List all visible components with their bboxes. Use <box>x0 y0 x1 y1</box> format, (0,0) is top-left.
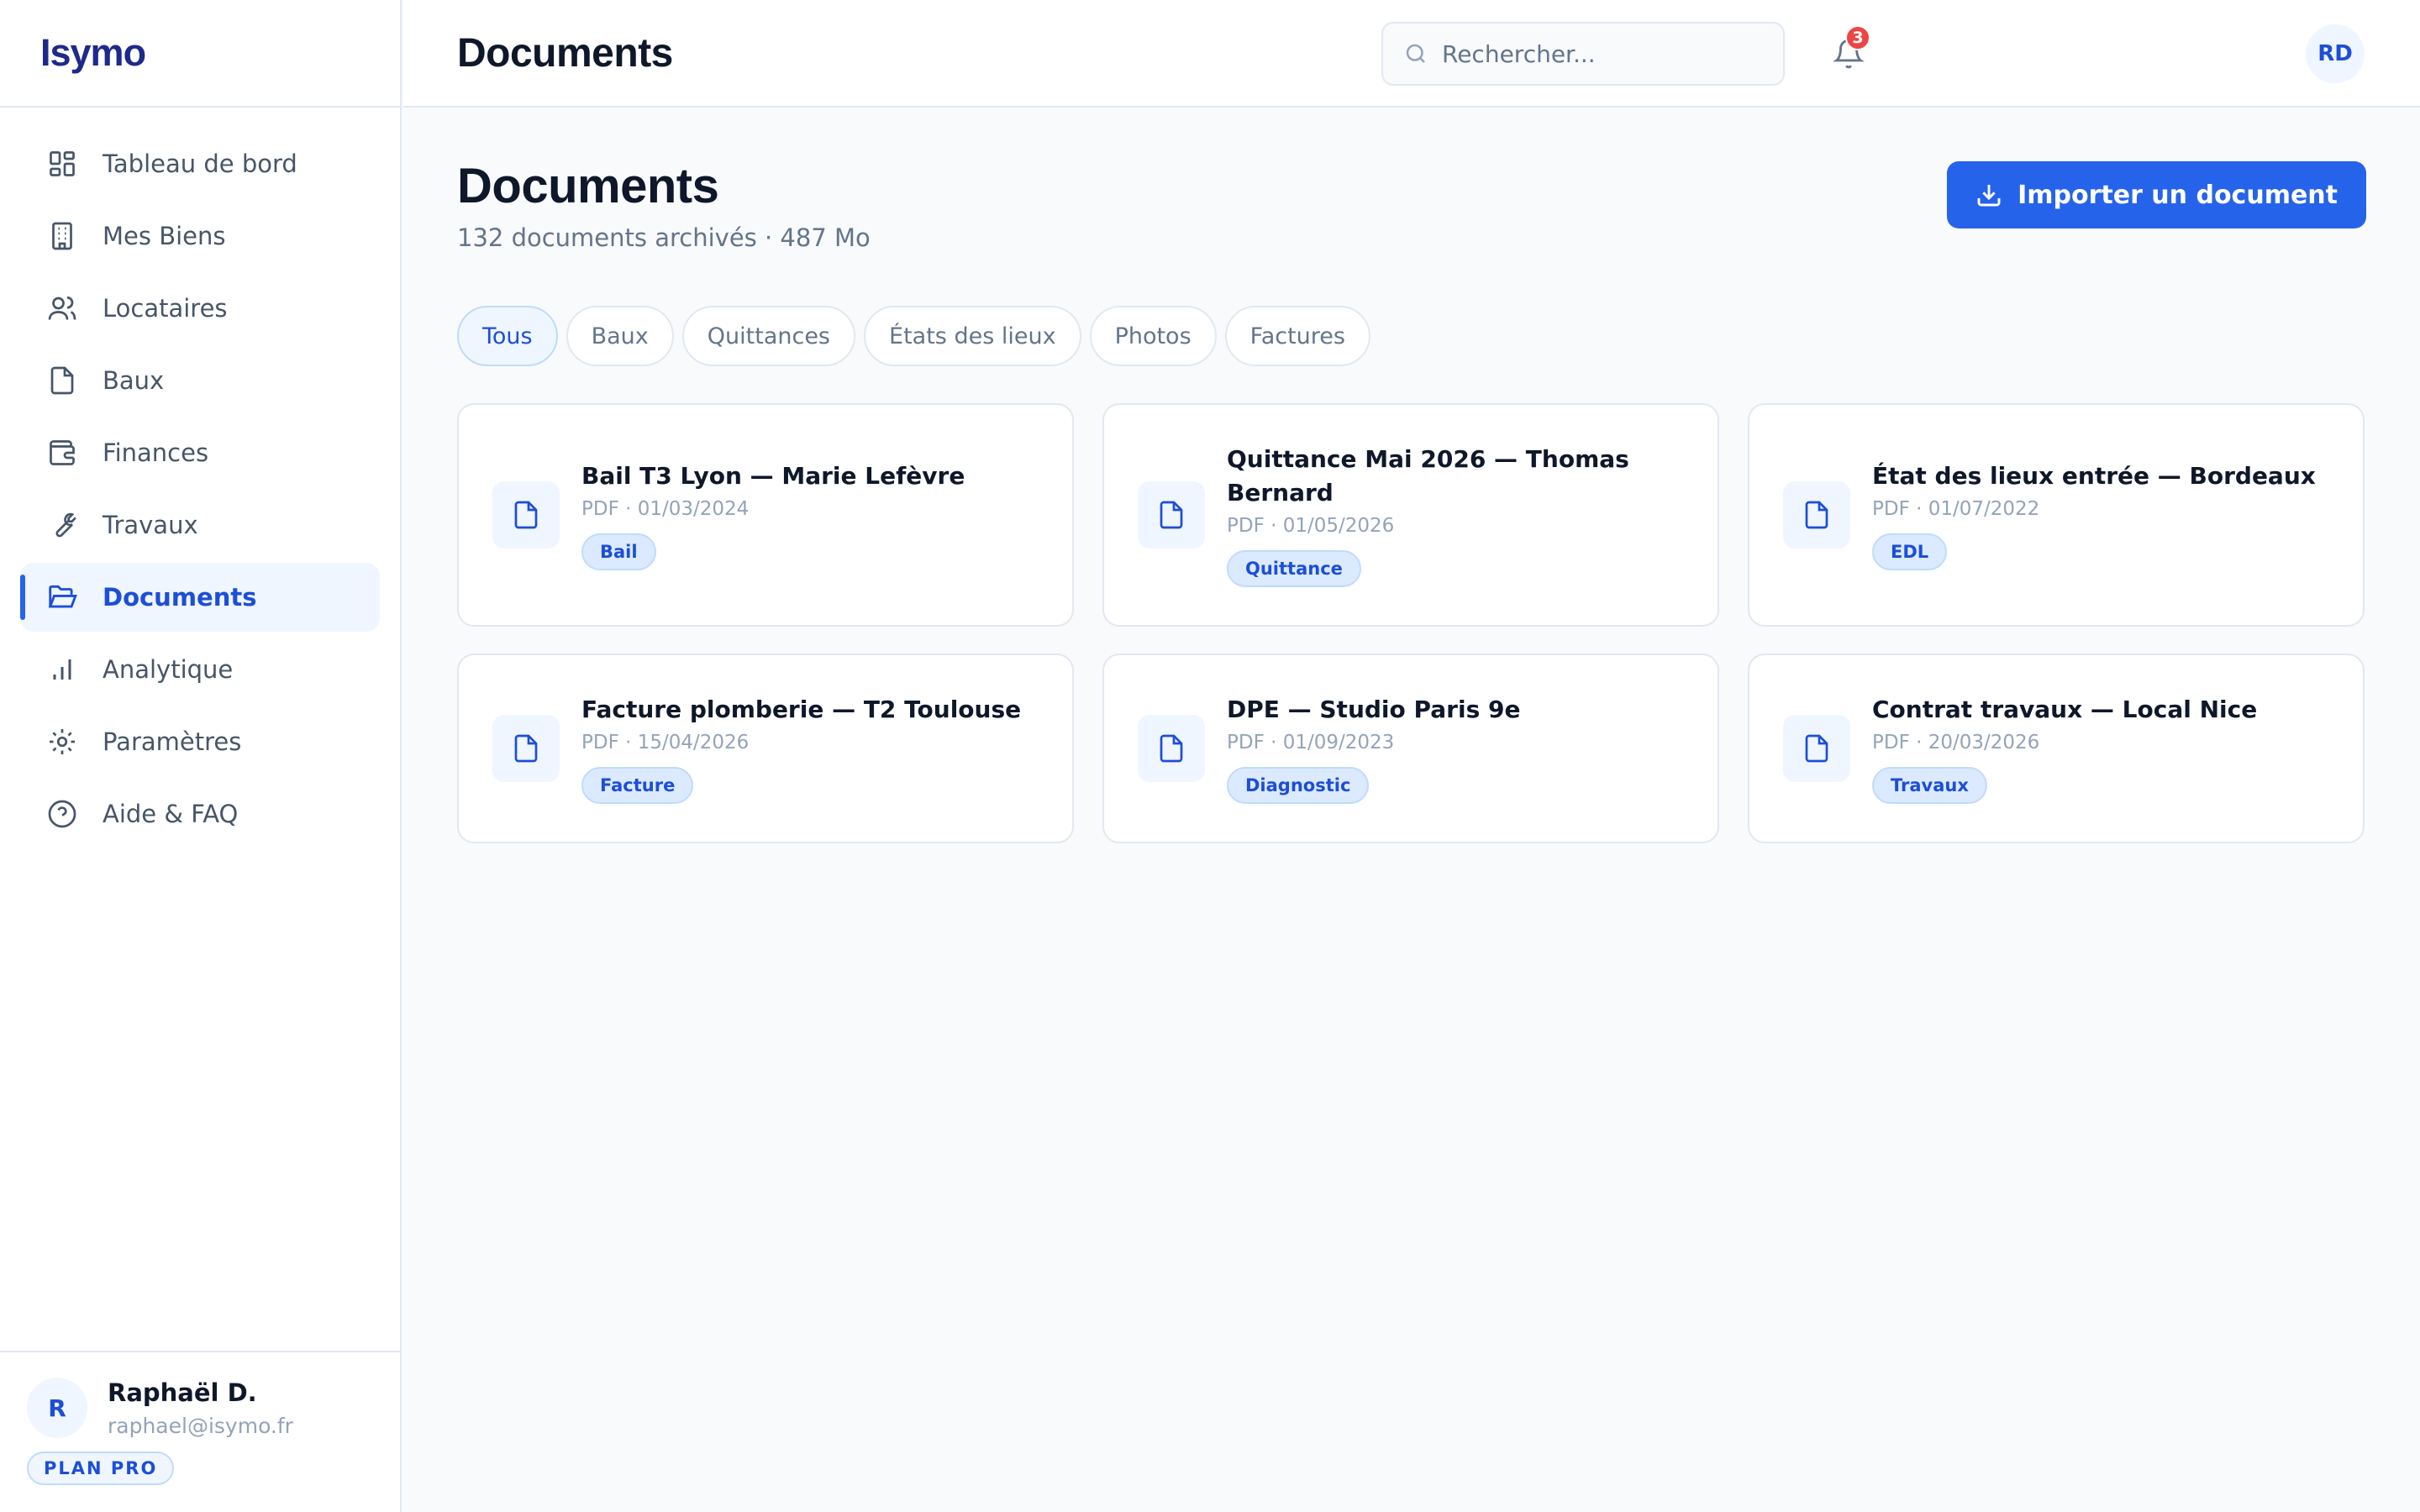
document-card-body: Facture plomberie — T2 Toulouse PDF · 15… <box>581 693 1021 804</box>
gear-icon <box>45 725 79 759</box>
tab-tous[interactable]: Tous <box>457 306 558 366</box>
page-title: Documents <box>457 159 719 213</box>
document-card[interactable]: État des lieux entrée — Bordeaux PDF · 0… <box>1748 403 2365 627</box>
brand-logo[interactable]: Isymo <box>40 31 146 75</box>
sidebar-item-parametres[interactable]: Paramètres <box>20 707 380 776</box>
tab-quittances[interactable]: Quittances <box>681 306 856 366</box>
sidebar-item-locataires[interactable]: Locataires <box>20 274 380 343</box>
filter-tabs: Tous Baux Quittances États des lieux Pho… <box>457 306 2366 366</box>
building-icon <box>45 219 79 253</box>
document-tag: EDL <box>1872 533 1948 570</box>
user-email: raphael@isymo.fr <box>108 1413 293 1438</box>
sidebar-item-aide[interactable]: Aide & FAQ <box>20 780 380 848</box>
document-card-body: DPE — Studio Paris 9e PDF · 01/09/2023 D… <box>1227 693 1520 804</box>
import-button-label: Importer un document <box>2018 180 2338 210</box>
sidebar-nav: Tableau de bord Mes Biens Locataires Bau… <box>0 108 400 848</box>
avatar[interactable]: R <box>27 1378 87 1438</box>
document-card-body: Contrat travaux — Local Nice PDF · 20/03… <box>1872 693 2257 804</box>
document-tag: Facture <box>581 767 694 804</box>
search-box[interactable] <box>1381 22 1785 86</box>
search-icon <box>1403 41 1428 66</box>
document-icon <box>492 481 560 549</box>
sidebar-item-label: Locataires <box>103 294 228 323</box>
sidebar-item-tableau-de-bord[interactable]: Tableau de bord <box>20 129 380 198</box>
document-icon <box>1138 481 1205 549</box>
user-row: R Raphaël D. raphael@isymo.fr <box>27 1378 400 1438</box>
document-card[interactable]: DPE — Studio Paris 9e PDF · 01/09/2023 D… <box>1102 654 1719 843</box>
main-content: Documents 132 documents archivés · 487 M… <box>457 108 2366 843</box>
wrench-icon <box>45 508 79 542</box>
sidebar-item-label: Baux <box>103 366 165 395</box>
folder-open-icon <box>45 580 79 614</box>
document-card-body: Bail T3 Lyon — Marie Lefèvre PDF · 01/03… <box>581 459 965 570</box>
document-tag: Bail <box>581 533 656 570</box>
sidebar: Isymo Tableau de bord Mes Biens Locatair… <box>0 0 402 1512</box>
documents-grid: Bail T3 Lyon — Marie Lefèvre PDF · 01/03… <box>457 403 2366 843</box>
sidebar-item-analytique[interactable]: Analytique <box>20 635 380 704</box>
document-meta: PDF · 15/04/2026 <box>581 732 750 753</box>
document-card[interactable]: Quittance Mai 2026 — Thomas Bernard PDF … <box>1102 403 1719 627</box>
user-name: Raphaël D. <box>108 1378 257 1407</box>
tab-baux[interactable]: Baux <box>566 306 674 366</box>
document-title: État des lieux entrée — Bordeaux <box>1872 462 2316 490</box>
sidebar-item-label: Tableau de bord <box>103 150 297 178</box>
sidebar-item-documents[interactable]: Documents <box>20 563 380 632</box>
sidebar-item-travaux[interactable]: Travaux <box>20 491 380 559</box>
document-tag: Diagnostic <box>1227 767 1370 804</box>
document-title: Contrat travaux — Local Nice <box>1872 696 2258 723</box>
document-card-body: État des lieux entrée — Bordeaux PDF · 0… <box>1872 459 2316 570</box>
search-input[interactable] <box>1442 39 1761 68</box>
header-title: Documents <box>457 30 673 76</box>
wallet-icon <box>45 436 79 470</box>
document-meta: PDF · 01/07/2022 <box>1872 498 2040 520</box>
sidebar-item-label: Paramètres <box>103 727 242 756</box>
sidebar-item-label: Documents <box>103 583 257 612</box>
sidebar-item-label: Aide & FAQ <box>103 800 239 828</box>
dashboard-icon <box>45 147 79 181</box>
user-avatar-button[interactable]: RD <box>2306 24 2365 83</box>
bar-chart-icon <box>45 653 79 686</box>
document-card[interactable]: Bail T3 Lyon — Marie Lefèvre PDF · 01/03… <box>457 403 1074 627</box>
user-panel[interactable]: R Raphaël D. raphael@isymo.fr PLAN PRO <box>0 1351 400 1512</box>
document-title: Facture plomberie — T2 Toulouse <box>581 696 1022 723</box>
notification-count-badge: 3 <box>1845 25 1870 50</box>
document-meta: PDF · 01/03/2024 <box>581 498 750 520</box>
page-subtitle: 132 documents archivés · 487 Mo <box>457 223 871 252</box>
brand-header: Isymo <box>0 0 400 108</box>
document-icon <box>1138 715 1205 782</box>
users-icon <box>45 291 79 325</box>
document-icon <box>1783 715 1850 782</box>
sidebar-item-label: Mes Biens <box>103 222 226 250</box>
document-icon <box>492 715 560 782</box>
sidebar-item-label: Travaux <box>103 511 198 539</box>
document-title: Quittance Mai 2026 — Thomas Bernard <box>1227 445 1629 507</box>
document-title: Bail T3 Lyon — Marie Lefèvre <box>581 462 965 490</box>
sidebar-item-finances[interactable]: Finances <box>20 418 380 487</box>
document-card[interactable]: Facture plomberie — T2 Toulouse PDF · 15… <box>457 654 1074 843</box>
tab-etats-des-lieux[interactable]: États des lieux <box>864 306 1081 366</box>
sidebar-item-label: Analytique <box>103 655 234 684</box>
sidebar-item-label: Finances <box>103 438 209 467</box>
plan-badge: PLAN PRO <box>27 1452 175 1485</box>
document-icon <box>1783 481 1850 549</box>
sidebar-item-mes-biens[interactable]: Mes Biens <box>20 202 380 270</box>
download-icon <box>1975 181 2002 208</box>
user-meta: Raphaël D. raphael@isymo.fr <box>108 1378 293 1438</box>
page-header: Documents 132 documents archivés · 487 M… <box>457 108 2366 306</box>
document-tag: Travaux <box>1872 767 1987 804</box>
sidebar-item-baux[interactable]: Baux <box>20 346 380 415</box>
document-card[interactable]: Contrat travaux — Local Nice PDF · 20/03… <box>1748 654 2365 843</box>
file-icon <box>45 364 79 397</box>
document-card-body: Quittance Mai 2026 — Thomas Bernard PDF … <box>1227 443 1687 587</box>
tab-factures[interactable]: Factures <box>1224 306 1370 366</box>
document-title: DPE — Studio Paris 9e <box>1227 696 1521 723</box>
import-document-button[interactable]: Importer un document <box>1947 161 2366 228</box>
document-meta: PDF · 20/03/2026 <box>1872 732 2040 753</box>
help-circle-icon <box>45 797 79 831</box>
document-meta: PDF · 01/05/2026 <box>1227 515 1395 537</box>
document-tag: Quittance <box>1227 550 1361 587</box>
tab-photos[interactable]: Photos <box>1089 306 1217 366</box>
document-meta: PDF · 01/09/2023 <box>1227 732 1395 753</box>
